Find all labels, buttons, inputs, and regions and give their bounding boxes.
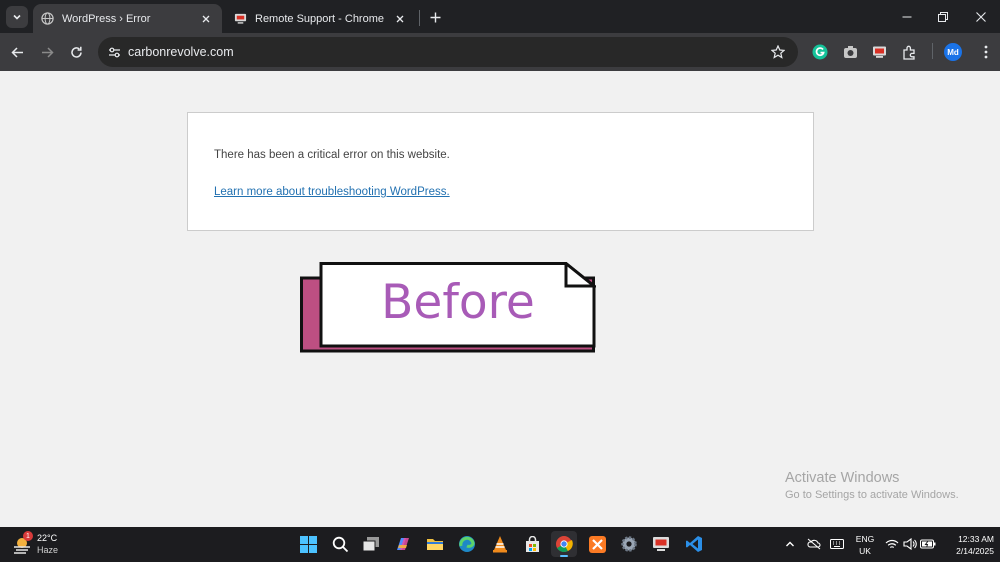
site-info-icon[interactable] — [106, 44, 122, 60]
remote-desktop-extension-icon[interactable] — [869, 42, 889, 62]
bookmark-star-icon[interactable] — [769, 43, 787, 61]
remote-desktop-taskbar-button[interactable] — [648, 531, 674, 557]
battery-button[interactable] — [920, 536, 936, 552]
network-off-button[interactable] — [806, 536, 822, 552]
edge-browser-button[interactable] — [454, 531, 480, 557]
camera-extension-icon[interactable] — [840, 42, 860, 62]
close-icon — [976, 11, 986, 22]
restore-button[interactable] — [926, 0, 960, 33]
chrome-icon — [556, 536, 573, 552]
troubleshooting-link[interactable]: Learn more about troubleshooting WordPre… — [214, 186, 450, 198]
tab-search-button[interactable] — [6, 6, 28, 28]
remote-desktop-icon — [234, 12, 247, 25]
close-tab-icon[interactable] — [198, 11, 214, 27]
store-bag-icon — [525, 535, 539, 552]
activate-windows-watermark: Activate Windows Go to Settings to activ… — [785, 470, 959, 501]
watermark-title: Activate Windows — [785, 470, 900, 486]
watermark-subtitle: Go to Settings to activate Windows. — [785, 489, 959, 501]
minimize-button[interactable] — [890, 0, 924, 33]
grammarly-extension-icon[interactable] — [810, 42, 830, 62]
chrome-menu-button[interactable] — [976, 42, 996, 62]
keyboard-layout: UK — [859, 546, 871, 556]
arrow-right-icon — [41, 46, 54, 58]
settings-button[interactable] — [616, 531, 642, 557]
address-bar[interactable]: carbonrevolve.com — [98, 37, 798, 67]
tab-wordpress-error[interactable]: WordPress › Error — [33, 4, 222, 33]
extensions-puzzle-icon[interactable] — [899, 42, 919, 62]
close-window-button[interactable] — [964, 0, 998, 33]
search-icon — [332, 536, 348, 552]
weather-alert-badge: 1 — [23, 531, 33, 541]
plus-icon — [430, 12, 440, 22]
cloud-off-icon — [807, 538, 821, 550]
wifi-button[interactable] — [884, 536, 900, 552]
chevron-down-icon — [13, 14, 21, 20]
edge-icon — [459, 536, 475, 552]
battery-charging-icon — [920, 539, 936, 549]
error-message: There has been a critical error on this … — [214, 149, 450, 161]
tab-title: Remote Support - Chrome Remote Desktop — [255, 12, 386, 25]
badge-label: Before — [381, 275, 535, 330]
chrome-button[interactable] — [551, 531, 577, 557]
start-button[interactable] — [295, 531, 321, 557]
arrow-left-icon — [10, 46, 23, 58]
gear-icon — [621, 536, 637, 552]
taskbar-search-button[interactable] — [327, 531, 353, 557]
tab-separator — [419, 10, 420, 26]
more-vert-icon — [984, 45, 988, 59]
tab-remote-support[interactable]: Remote Support - Chrome Remote Desktop — [226, 4, 416, 33]
copilot-button[interactable] — [390, 531, 416, 557]
vlc-cone-icon — [493, 536, 507, 553]
task-view-icon — [362, 537, 379, 552]
windows-logo-icon — [299, 535, 317, 553]
tab-title: WordPress › Error — [62, 12, 151, 25]
weather-widget[interactable]: 1 22°C Haze — [10, 531, 90, 559]
clock-date: 2/14/2025 — [956, 546, 994, 556]
weather-temp: 22°C — [37, 533, 58, 543]
file-explorer-button[interactable] — [422, 531, 448, 557]
restore-icon — [938, 11, 948, 22]
back-button[interactable] — [5, 40, 29, 64]
vscode-button[interactable] — [681, 531, 707, 557]
url-text: carbonrevolve.com — [128, 45, 234, 59]
keyboard-icon — [830, 539, 844, 549]
wifi-icon — [885, 539, 899, 548]
task-view-button[interactable] — [358, 531, 384, 557]
taskbar-clock[interactable]: 12:33 AM 2/14/2025 — [938, 533, 994, 557]
show-hidden-icons-button[interactable] — [782, 536, 798, 552]
language-indicator[interactable]: ENG UK — [854, 533, 876, 557]
store-button[interactable] — [519, 531, 545, 557]
language-code: ENG — [855, 534, 875, 544]
touch-keyboard-button[interactable] — [829, 536, 845, 552]
folder-icon — [427, 539, 443, 550]
copilot-icon — [397, 538, 409, 550]
clock-time: 12:33 AM — [958, 534, 994, 544]
reload-button[interactable] — [64, 40, 88, 64]
volume-button[interactable] — [902, 536, 918, 552]
active-app-indicator — [560, 555, 568, 557]
profile-avatar[interactable]: Md — [944, 43, 962, 61]
windows-taskbar: 1 22°C Haze ENG UK 12:33 AM 2/14/2025 — [0, 527, 1000, 562]
minimize-icon — [902, 16, 912, 17]
vscode-icon — [686, 536, 702, 552]
vlc-button[interactable] — [487, 531, 513, 557]
xampp-button[interactable] — [584, 531, 610, 557]
remote-desktop-icon — [653, 537, 669, 551]
forward-button[interactable] — [35, 40, 59, 64]
chevron-up-icon — [786, 541, 794, 547]
xampp-icon — [588, 535, 606, 553]
error-card: There has been a critical error on this … — [187, 112, 814, 231]
toolbar-separator — [932, 43, 933, 59]
weather-condition: Haze — [37, 545, 59, 555]
new-tab-button[interactable] — [424, 6, 446, 28]
reload-icon — [70, 46, 82, 58]
speaker-icon — [903, 538, 917, 550]
globe-icon — [41, 12, 54, 25]
close-tab-icon[interactable] — [392, 11, 408, 27]
tab-strip: WordPress › Error Remote Support - Chrom… — [0, 0, 1000, 33]
browser-toolbar: carbonrevolve.com — [0, 33, 1000, 71]
